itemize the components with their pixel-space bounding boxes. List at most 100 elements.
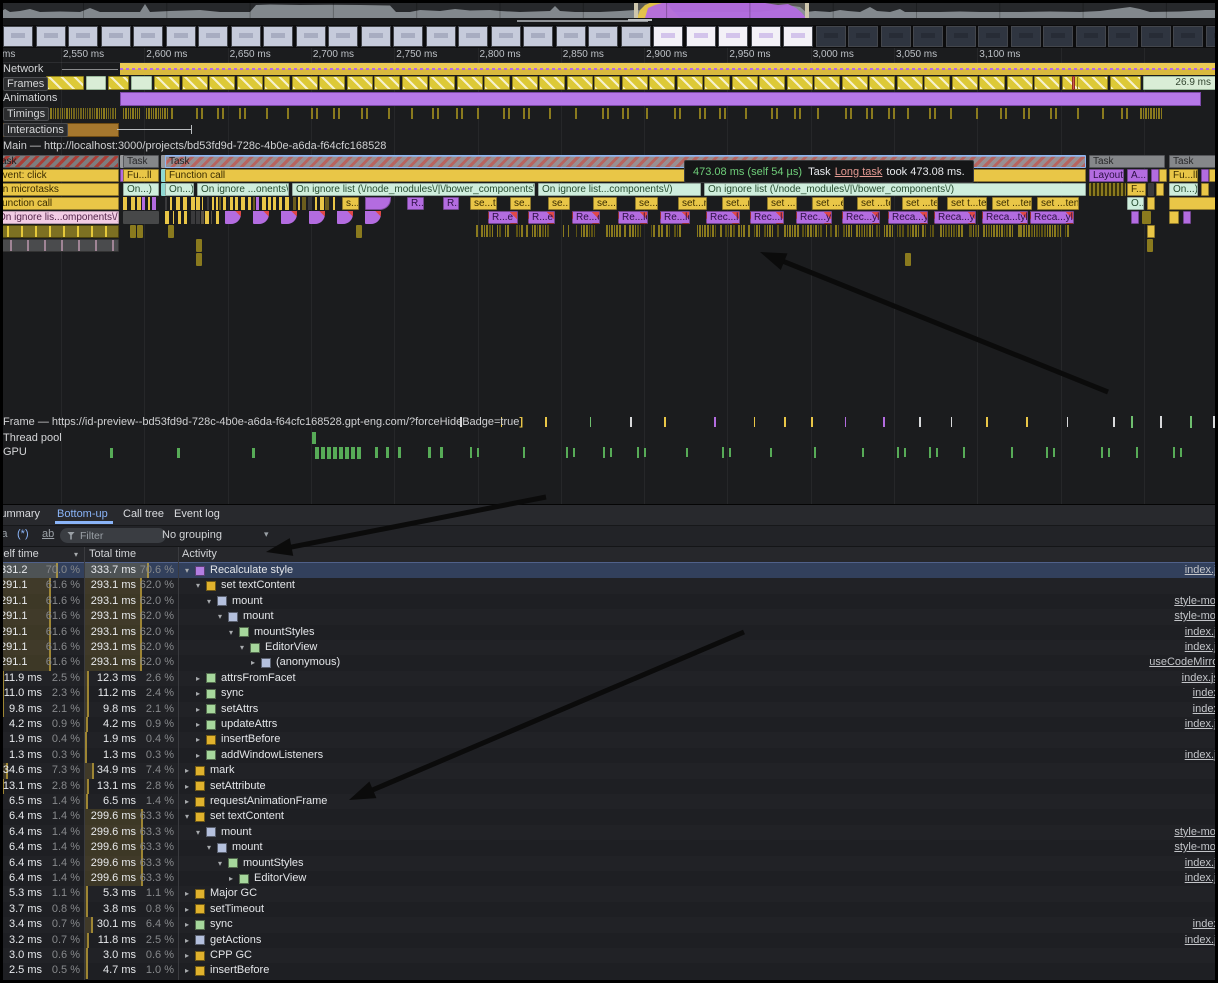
collapse-triangle-icon[interactable]: ▾ [218, 856, 228, 871]
flame-bar-event[interactable]: Rec...yle [796, 211, 832, 224]
flame-bar-event[interactable]: On...) [165, 183, 194, 196]
flame-bar[interactable] [123, 211, 159, 224]
track-frames[interactable]: Frames 26.9 ms [0, 76, 1218, 91]
collapse-triangle-icon[interactable]: ▾ [207, 594, 217, 609]
collapse-triangle-icon[interactable]: ▾ [196, 825, 206, 840]
filmstrip-screenshot[interactable] [36, 26, 66, 47]
filmstrip-screenshot[interactable] [68, 26, 98, 47]
table-row[interactable]: 6.4 ms1.4 %299.6 ms63.3 %▾mountStylesind… [0, 856, 1218, 871]
frame-cell[interactable] [209, 76, 235, 90]
filmstrip-screenshot[interactable] [556, 26, 586, 47]
expand-triangle-icon[interactable]: ▸ [185, 794, 195, 809]
screenshot-filmstrip[interactable] [0, 25, 1218, 48]
flame-bar[interactable] [365, 197, 391, 210]
source-link[interactable]: index. [1193, 917, 1218, 932]
frame-cell[interactable] [594, 76, 620, 90]
table-row[interactable]: 9.8 ms2.1 %9.8 ms2.1 %▸setAttrsindex. [0, 702, 1218, 717]
flame-bar[interactable] [196, 253, 202, 266]
frame-cell[interactable] [319, 76, 345, 90]
flame-bar[interactable] [137, 225, 143, 238]
source-link[interactable]: index.js [1185, 717, 1218, 732]
column-activity[interactable]: Activity [182, 547, 382, 562]
source-link[interactable]: index.js: [1182, 671, 1218, 686]
table-row[interactable]: 3.7 ms0.8 %3.8 ms0.8 %▸setTimeout [0, 902, 1218, 917]
table-row[interactable]: 6.5 ms1.4 %6.5 ms1.4 %▸requestAnimationF… [0, 794, 1218, 809]
flame-bar[interactable] [365, 211, 381, 224]
filmstrip-screenshot[interactable] [263, 26, 293, 47]
table-row[interactable]: 331.2 ms70.0 %333.7 ms70.6 %▾Recalculate… [0, 563, 1218, 578]
expand-triangle-icon[interactable]: ▸ [229, 871, 239, 886]
flame-bar[interactable] [253, 211, 269, 224]
collapse-triangle-icon[interactable]: ▾ [196, 578, 206, 593]
filmstrip-screenshot[interactable] [1011, 26, 1041, 47]
flame-bar[interactable] [1147, 225, 1155, 238]
frame-cell[interactable] [512, 76, 538, 90]
filmstrip-screenshot[interactable] [686, 26, 716, 47]
flame-bar-event[interactable]: On...) [1169, 183, 1198, 196]
flame-bar[interactable] [0, 239, 119, 252]
filmstrip-screenshot[interactable] [653, 26, 683, 47]
filmstrip-screenshot[interactable] [881, 26, 911, 47]
flame-bar-event[interactable]: Fu...ll [1169, 169, 1198, 182]
frame-cell[interactable] [622, 76, 648, 90]
track-frame[interactable]: Frame — https://id-preview--bd53fd9d-728… [0, 414, 1218, 430]
flame-bar-event[interactable]: set ...ent [812, 197, 844, 210]
frame-cell[interactable] [1077, 76, 1108, 90]
source-link[interactable]: index.js [1185, 625, 1218, 640]
source-link[interactable]: style-mod [1174, 825, 1218, 840]
flame-bar-event[interactable]: Reca...tyle [982, 211, 1028, 224]
column-divider[interactable] [84, 547, 85, 983]
flame-bar-event[interactable]: On...) [123, 183, 159, 196]
flame-bar-event[interactable]: se...nt [635, 197, 658, 210]
whole-word-toggle[interactable]: ab [42, 528, 54, 540]
table-row[interactable]: 6.4 ms1.4 %299.6 ms63.3 %▾mountstyle-mod [0, 825, 1218, 840]
flame-bar[interactable] [1209, 169, 1217, 182]
frame-cell[interactable] [484, 76, 510, 90]
table-row[interactable]: 3.4 ms0.7 %30.1 ms6.4 %▸syncindex. [0, 917, 1218, 932]
frame-cell[interactable] [1007, 76, 1033, 90]
table-row[interactable]: 5.3 ms1.1 %5.3 ms1.1 %▸Major GC [0, 886, 1218, 901]
flame-bar-event[interactable]: se..t [510, 197, 531, 210]
flame-bar-event[interactable]: On ignore ...onents\/) [197, 183, 289, 196]
tab-bottom-up[interactable]: Bottom-up [55, 505, 113, 524]
flame-bar[interactable] [0, 225, 119, 238]
collapse-triangle-icon[interactable]: ▾ [185, 809, 195, 824]
source-link[interactable]: index.js [1185, 933, 1218, 948]
flame-bar-event[interactable]: Layout [1089, 169, 1124, 182]
expand-triangle-icon[interactable]: ▸ [196, 732, 206, 747]
filmstrip-screenshot[interactable] [166, 26, 196, 47]
track-thread-pool[interactable]: Thread pool [0, 431, 1218, 445]
table-row[interactable]: 6.4 ms1.4 %299.6 ms63.3 %▸EditorViewinde… [0, 871, 1218, 886]
filmstrip-screenshot[interactable] [946, 26, 976, 47]
table-row[interactable]: 291.1 ms61.6 %293.1 ms62.0 %▾mountStyles… [0, 625, 1218, 640]
expand-triangle-icon[interactable]: ▸ [185, 886, 195, 901]
table-row[interactable]: 1.3 ms0.3 %1.3 ms0.3 %▸addWindowListener… [0, 748, 1218, 763]
flame-bar[interactable] [356, 225, 362, 238]
filmstrip-screenshot[interactable] [426, 26, 456, 47]
flame-bar-event[interactable]: Re...e [572, 211, 600, 224]
flame-bar-event[interactable]: Rec...yle [842, 211, 880, 224]
frame-cell[interactable] [131, 76, 152, 90]
flame-bar-event[interactable]: set ...tent [902, 197, 938, 210]
flame-bar-event[interactable]: R...e [488, 211, 518, 224]
flame-bar[interactable] [1183, 211, 1191, 224]
filmstrip-screenshot[interactable] [1173, 26, 1203, 47]
flame-bar-event[interactable]: On ignore list...components\/) [538, 183, 701, 196]
frame-cell[interactable] [704, 76, 730, 90]
filmstrip-screenshot[interactable] [491, 26, 521, 47]
flame-bar[interactable] [309, 211, 325, 224]
frame-cell[interactable] [402, 76, 428, 90]
flame-bar[interactable] [1159, 169, 1167, 182]
frame-cell[interactable] [429, 76, 455, 90]
flame-bar-event[interactable]: set ...tent [857, 197, 891, 210]
filmstrip-screenshot[interactable] [361, 26, 391, 47]
source-link[interactable]: index. [1193, 686, 1218, 701]
track-animations[interactable]: Animations [0, 91, 1218, 105]
expand-triangle-icon[interactable]: ▸ [185, 963, 195, 978]
expand-triangle-icon[interactable]: ▸ [185, 902, 195, 917]
filmstrip-screenshot[interactable] [1076, 26, 1106, 47]
frame-cell[interactable] [869, 76, 895, 90]
flame-bar-event[interactable]: Event: click [0, 169, 119, 182]
flame-bar[interactable] [1201, 183, 1209, 196]
flame-bar[interactable] [1147, 197, 1155, 210]
